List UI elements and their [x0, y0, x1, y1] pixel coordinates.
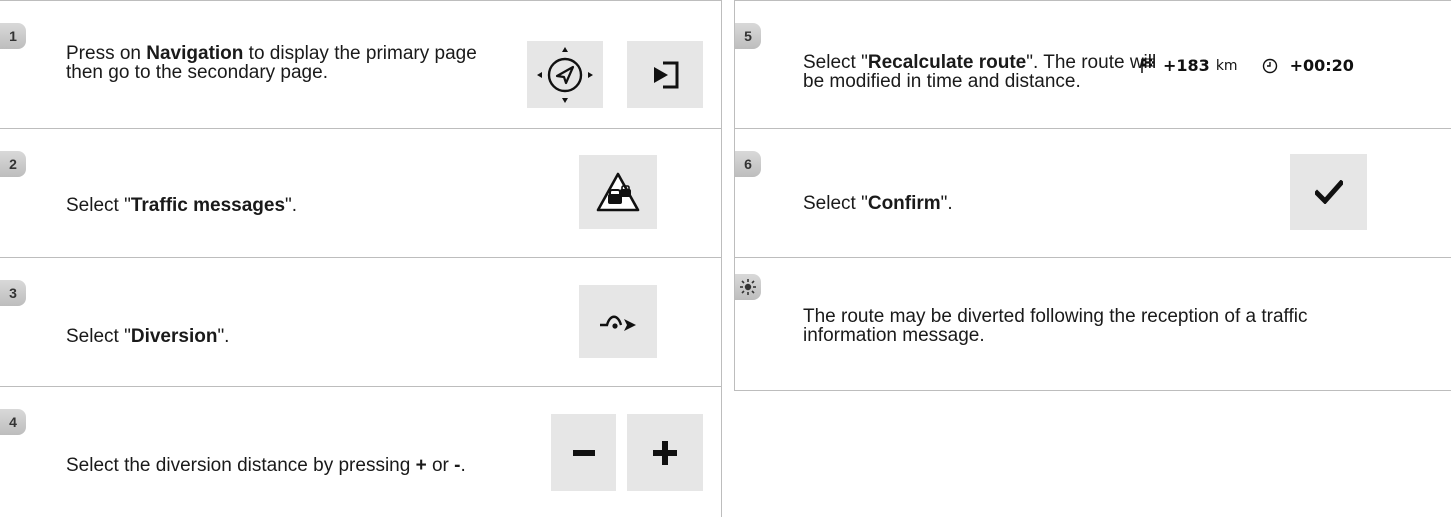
secondary-page-icon: [654, 61, 679, 88]
step-3: 3 Select "Diversion".: [0, 258, 721, 387]
navigation-button[interactable]: [527, 41, 603, 108]
traffic-warning-icon: [596, 172, 640, 212]
secondary-page-button[interactable]: [627, 41, 703, 108]
diversion-icon: [600, 315, 636, 331]
step-3-text: Select "Diversion".: [66, 326, 230, 347]
time-delta: +00:20: [1289, 56, 1354, 75]
step-number-badge: 5: [735, 23, 761, 49]
step-6: 6 Select "Confirm".: [735, 129, 1451, 258]
plus-icon: [653, 440, 677, 465]
step-4: 4 Select the diversion distance by press…: [0, 387, 721, 517]
step-number-badge: 3: [0, 280, 26, 306]
minus-icon: [572, 449, 595, 456]
tip-text: The route may be diverted following the …: [803, 306, 1308, 346]
distance-delta: +183: [1163, 56, 1210, 75]
step-number-badge: 1: [0, 23, 26, 49]
step-4-text: Select the diversion distance by pressin…: [66, 455, 466, 476]
step-1: 1 Press on Navigation to display the pri…: [0, 0, 721, 129]
clock-icon: [1262, 58, 1277, 73]
route-readout: +183 km +00:20: [1141, 56, 1354, 75]
tip-box: The route may be diverted following the …: [735, 258, 1451, 388]
traffic-messages-button[interactable]: [579, 155, 657, 229]
step-2: 2 Select "Traffic messages".: [0, 129, 721, 258]
lightbulb-icon: [735, 274, 761, 300]
step-6-text: Select "Confirm".: [803, 193, 953, 214]
step-number-badge: 2: [0, 151, 26, 177]
step-2-text: Select "Traffic messages".: [66, 195, 298, 216]
distance-unit: km: [1215, 57, 1238, 74]
diversion-button[interactable]: [579, 285, 657, 358]
step-number-badge: 6: [735, 151, 761, 177]
checkmark-icon: [1314, 180, 1343, 204]
step-number-badge: 4: [0, 409, 26, 435]
step-5-text: Select "Recalculate route". The route wi…: [803, 52, 1157, 92]
checkered-flag-icon: [1141, 58, 1155, 73]
plus-button[interactable]: [627, 414, 703, 491]
step-1-text: Press on Navigation to display the prima…: [66, 43, 477, 83]
left-column: 1 Press on Navigation to display the pri…: [0, 0, 722, 517]
navigation-compass-icon: [537, 46, 593, 103]
confirm-button[interactable]: [1290, 154, 1367, 230]
minus-button[interactable]: [551, 414, 616, 491]
